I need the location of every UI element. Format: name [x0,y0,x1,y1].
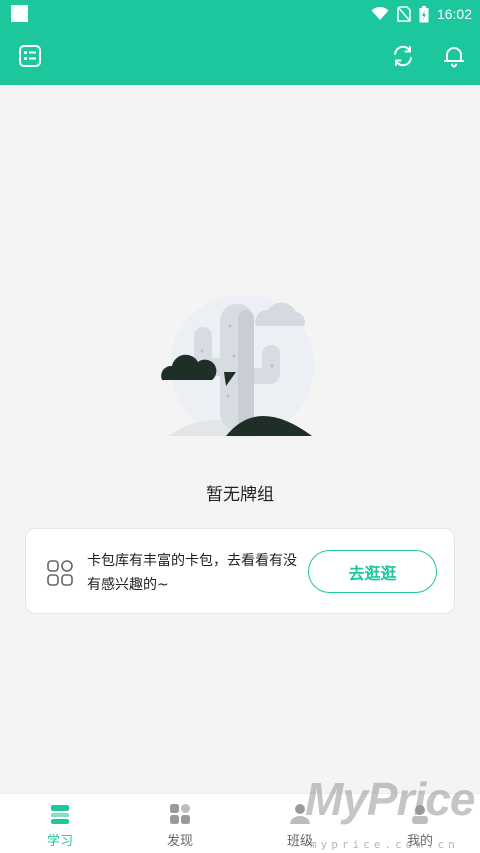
tab-study-label: 学习 [46,834,73,849]
bell-icon [444,47,464,68]
status-bar: 16:02 [0,0,480,28]
card-library-promo: 卡包库有丰富的卡包，去看看有没有感兴趣的~ 去逛逛 [25,528,455,614]
tab-discover[interactable]: 发现 [120,794,240,853]
cactus-icon [161,296,314,438]
watermark-url: myprice.com.cn [310,838,459,851]
discover-icon [170,804,190,824]
status-icons: 16:02 [371,4,472,24]
browse-button[interactable]: 去逛逛 [308,550,437,593]
watermark: MyPrice myprice.com.cn [305,772,480,852]
refresh-button[interactable] [389,42,417,70]
promo-text: 卡包库有丰富的卡包，去看看有没有感兴趣的~ [87,553,297,593]
no-sim-icon [397,6,411,22]
card-list-icon [19,45,41,67]
watermark-brand: MyPrice [305,773,475,825]
battery-icon [419,5,429,22]
tab-discover-label: 发现 [166,834,193,849]
card-list-button[interactable] [16,42,44,70]
refresh-icon [394,45,412,67]
status-time: 16:02 [436,6,472,22]
notification-square-icon [11,5,28,22]
app-bar [0,28,480,85]
empty-state-title: 暂无牌组 [206,485,274,505]
notification-button[interactable] [440,42,468,70]
wifi-icon [371,7,389,20]
tab-study[interactable]: 学习 [0,794,120,853]
study-icon [51,805,69,824]
grid-apps-icon [47,560,73,586]
